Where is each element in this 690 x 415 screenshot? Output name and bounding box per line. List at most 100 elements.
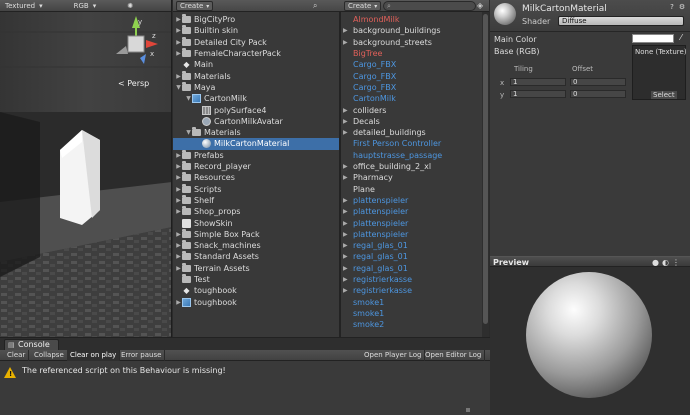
folder-tree[interactable]: ▶ BigCityPro ▶ Builtin skin ▶ Detailed City P… bbox=[173, 12, 339, 337]
triangle-right-icon[interactable]: ▶ bbox=[343, 265, 348, 272]
tree-item[interactable]: ▶ Resources bbox=[173, 172, 339, 183]
tree-item[interactable]: ▶ Snack_machines bbox=[173, 240, 339, 251]
asset-list[interactable]: AlmondMilk ▶ background_buildings ▶ backgrou… bbox=[342, 12, 482, 337]
triangle-right-icon[interactable]: ▶ bbox=[343, 242, 348, 249]
render-mode-dropdown[interactable]: Textured ▾ bbox=[2, 1, 46, 11]
asset-item[interactable]: ▶ regal_glas_01 bbox=[343, 251, 408, 262]
tree-item[interactable]: ◆ Main bbox=[173, 59, 339, 70]
asset-item[interactable]: ▶ detailed_buildings bbox=[343, 127, 426, 138]
asset-item[interactable]: Plane bbox=[353, 184, 375, 195]
asset-item[interactable]: First Person Controller bbox=[353, 138, 441, 149]
asset-item[interactable]: ▶ plattenspieler bbox=[343, 217, 408, 228]
channel-dropdown[interactable]: RGB ▾ bbox=[71, 1, 100, 11]
tree-item[interactable]: polySurface4 bbox=[173, 104, 339, 115]
sphere-preview-icon[interactable]: ● bbox=[652, 258, 659, 267]
triangle-right-icon[interactable]: ▶ bbox=[343, 129, 348, 136]
texture-select-button[interactable]: Select bbox=[651, 91, 677, 99]
asset-item[interactable]: AlmondMilk bbox=[353, 14, 400, 25]
triangle-down-icon[interactable]: ▼ bbox=[185, 129, 192, 136]
asset-item[interactable]: ▶ plattenspieler bbox=[343, 195, 408, 206]
tree-item[interactable]: ▶ Builtin skin bbox=[173, 25, 339, 36]
console-tab[interactable]: Console bbox=[4, 339, 59, 350]
asset-item[interactable]: smoke2 bbox=[353, 319, 384, 330]
tag-icon[interactable]: ◈ bbox=[477, 1, 483, 10]
clear-on-play-button[interactable]: Clear on play bbox=[67, 350, 121, 361]
triangle-right-icon[interactable]: ▶ bbox=[343, 163, 348, 170]
triangle-right-icon[interactable]: ▶ bbox=[175, 27, 182, 34]
gear-icon[interactable]: ⚙ bbox=[678, 3, 686, 11]
asset-item[interactable]: BigTree bbox=[353, 48, 382, 59]
tree-item[interactable]: ▶ Shop_props bbox=[173, 206, 339, 217]
lighting-toggle[interactable]: ✺ bbox=[124, 1, 136, 11]
asset-item[interactable]: Cargo_FBX bbox=[353, 82, 396, 93]
options-icon[interactable]: ⋮ bbox=[672, 258, 680, 267]
triangle-down-icon[interactable]: ▼ bbox=[185, 95, 192, 102]
orientation-gizmo[interactable]: y x z bbox=[110, 14, 162, 74]
main-color-swatch[interactable] bbox=[632, 34, 674, 43]
triangle-right-icon[interactable]: ▶ bbox=[175, 242, 182, 249]
tree-item[interactable]: ▶ Simple Box Pack bbox=[173, 228, 339, 240]
asset-item[interactable]: ▶ Pharmacy bbox=[343, 172, 393, 183]
persp-label[interactable]: < Persp bbox=[118, 79, 149, 88]
tree-item[interactable]: ▼ Materials bbox=[173, 127, 339, 138]
asset-item[interactable]: hauptstrasse_passage bbox=[353, 150, 442, 161]
triangle-right-icon[interactable]: ▶ bbox=[175, 163, 182, 170]
triangle-right-icon[interactable]: ▶ bbox=[175, 152, 182, 159]
asset-item[interactable]: ▶ office_building_2_xl bbox=[343, 161, 431, 172]
tree-item[interactable]: ▶ Prefabs bbox=[173, 149, 339, 161]
triangle-right-icon[interactable]: ▶ bbox=[343, 253, 348, 260]
tree-item[interactable]: ▶ Detailed City Pack bbox=[173, 36, 339, 48]
console-message[interactable]: The referenced script on this Behaviour … bbox=[22, 366, 226, 375]
asset-item[interactable]: smoke1 bbox=[353, 308, 384, 319]
tree-item[interactable]: ▶ Shelf bbox=[173, 194, 339, 206]
tree-item[interactable]: ▼ Maya bbox=[173, 81, 339, 93]
asset-item[interactable]: ▶ regal_glas_01 bbox=[343, 263, 408, 274]
tree-item[interactable]: Test bbox=[173, 274, 339, 285]
triangle-right-icon[interactable]: ▶ bbox=[343, 118, 348, 125]
tree-item[interactable]: CartonMilkAvatar bbox=[173, 116, 339, 127]
help-icon[interactable]: ? bbox=[668, 3, 676, 11]
asset-item[interactable]: ▶ background_streets bbox=[343, 37, 432, 48]
asset-item[interactable]: CartonMilk bbox=[353, 93, 396, 104]
tree-item[interactable]: ▶ Record_player bbox=[173, 161, 339, 172]
triangle-right-icon[interactable]: ▶ bbox=[175, 197, 182, 204]
triangle-right-icon[interactable]: ▶ bbox=[343, 39, 348, 46]
triangle-right-icon[interactable]: ▶ bbox=[175, 208, 182, 215]
triangle-right-icon[interactable]: ▶ bbox=[175, 265, 182, 272]
create-button[interactable]: Create ▾ bbox=[176, 1, 214, 11]
open-editor-log-button[interactable]: Open Editor Log bbox=[422, 350, 486, 361]
milk-carton-object[interactable] bbox=[52, 130, 102, 225]
asset-item[interactable]: ▶ plattenspieler bbox=[343, 229, 408, 240]
scene-view[interactable]: Textured ▾ RGB ▾ ✺ y x z < Persp bbox=[0, 0, 172, 337]
asset-scrollbar[interactable] bbox=[482, 12, 489, 337]
collapse-button[interactable]: Collapse bbox=[31, 350, 68, 361]
triangle-down-icon[interactable]: ▼ bbox=[175, 84, 182, 91]
triangle-right-icon[interactable]: ▶ bbox=[343, 220, 348, 227]
tree-item[interactable]: ▶ toughbook bbox=[173, 297, 339, 308]
triangle-right-icon[interactable]: ▶ bbox=[175, 253, 182, 260]
tree-item[interactable]: ◆ toughbook bbox=[173, 285, 339, 296]
light-icon[interactable]: ◐ bbox=[662, 258, 669, 267]
asset-item[interactable]: ▶ background_buildings bbox=[343, 25, 441, 36]
tiling-x-field[interactable]: 1 bbox=[510, 78, 566, 86]
resize-handle[interactable] bbox=[466, 408, 470, 412]
asset-item[interactable]: ▶ Decals bbox=[343, 116, 380, 127]
open-player-log-button[interactable]: Open Player Log bbox=[361, 350, 426, 361]
asset-item[interactable]: ▶ colliders bbox=[343, 104, 386, 115]
create-button-2[interactable]: Create ▾ bbox=[344, 1, 382, 11]
triangle-right-icon[interactable]: ▶ bbox=[175, 231, 182, 238]
triangle-right-icon[interactable]: ▶ bbox=[343, 287, 348, 294]
asset-item[interactable]: ▶ registrierkasse bbox=[343, 274, 412, 285]
tree-item[interactable]: ▶ Materials bbox=[173, 70, 339, 82]
asset-item[interactable]: ▶ plattenspieler bbox=[343, 206, 408, 217]
asset-item[interactable]: Cargo_FBX bbox=[353, 59, 396, 70]
material-preview-sphere[interactable] bbox=[526, 272, 652, 398]
search-input[interactable]: ⌕ bbox=[383, 1, 476, 11]
triangle-right-icon[interactable]: ▶ bbox=[175, 50, 182, 57]
triangle-right-icon[interactable]: ▶ bbox=[343, 107, 348, 114]
triangle-right-icon[interactable]: ▶ bbox=[175, 73, 182, 80]
tiling-y-field[interactable]: 1 bbox=[510, 90, 566, 98]
offset-y-field[interactable]: 0 bbox=[570, 90, 626, 98]
error-pause-button[interactable]: Error pause bbox=[118, 350, 166, 361]
triangle-right-icon[interactable]: ▶ bbox=[343, 197, 348, 204]
